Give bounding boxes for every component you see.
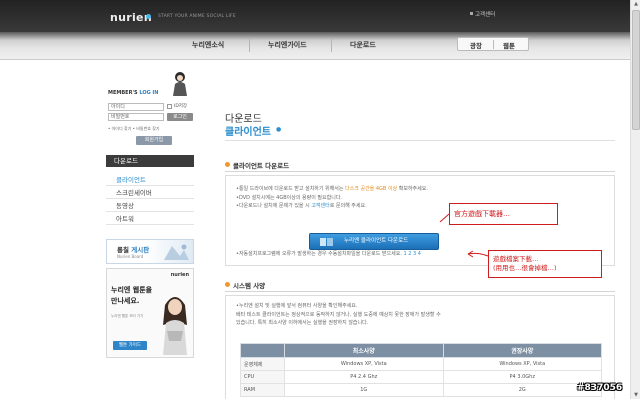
- character-icon: [173, 72, 187, 96]
- find-account-links[interactable]: • 아이디 찾기 • 비밀번호 찾기: [108, 126, 160, 132]
- annotation-note-files: 遊戲檔案下載… (用用也…很會掉檔…): [488, 250, 602, 278]
- plaza-webtoon-switch: 광장 웹툰: [457, 37, 529, 51]
- board-banner[interactable]: 롱칠 게시판 Nurien Board: [106, 239, 194, 264]
- download-note-3: •다운로드나 설치에 문제가 있을 시 고객센터로 문의해 주세요.: [236, 203, 367, 209]
- login-title: MEMBER'S LOG IN: [108, 90, 159, 96]
- table-cell: Windows XP, Vista: [442, 357, 602, 371]
- sidebar-item-client[interactable]: 클라이언트: [106, 174, 194, 186]
- nav-divider: [249, 38, 250, 52]
- section-divider: [225, 171, 615, 172]
- system-note-3: 있습니다. 특히 최소사양 이하에서는 실행을 권장하지 않습니다.: [236, 320, 369, 326]
- download-note-2: •DVD 설치시에는 4GB이상의 용량이 필요합니다.: [236, 195, 343, 201]
- board-title: 롱칠 게시판: [117, 246, 150, 254]
- nav-divider: [331, 38, 332, 52]
- nav-tab-news[interactable]: 누리엔소식: [192, 40, 224, 50]
- table-cell: CPU: [240, 370, 285, 384]
- star-icon: ●: [276, 126, 282, 133]
- annotation-note-downloader: 官方遊戲下載器…: [449, 203, 558, 225]
- title-divider: [225, 140, 615, 141]
- board-illustration-icon: [164, 244, 189, 260]
- board-subtitle: Nurien Board: [117, 254, 144, 259]
- system-section-heading: 시스템 사양: [233, 282, 266, 290]
- nav-tab-download[interactable]: 다운로드: [350, 40, 376, 50]
- webtoon-button[interactable]: 웹툰: [503, 40, 515, 50]
- system-spec-table: 최소사양 권장사양 운영체제 Windows XP, Vista Windows…: [240, 343, 602, 397]
- table-row: RAM 1G 2G: [240, 383, 602, 397]
- ad-brand: nurien: [170, 272, 189, 278]
- section-bullet-icon: [225, 162, 230, 167]
- table-cell: P4 2.4 Ghz: [284, 370, 444, 384]
- section-divider: [225, 291, 615, 292]
- client-download-button[interactable]: 누리엔 클라이언트 다운로드: [309, 233, 439, 250]
- scroll-up-icon[interactable]: ▲: [632, 0, 640, 8]
- bullet-icon: [470, 12, 473, 15]
- webtoon-ad[interactable]: nurien 누리엔 웹툰을 만나세요. 누리엔 웹툰 보러 가기 웹툰 가이드: [106, 268, 194, 358]
- plaza-button[interactable]: 광장: [470, 40, 482, 50]
- ad-headline-1: 누리엔 웹툰을: [111, 286, 153, 294]
- watermark: #837056: [577, 383, 623, 393]
- main-nav: 누리엔소식 누리엔가이드 다운로드: [0, 34, 630, 56]
- table-row: CPU P4 2.4 Ghz P4 3.0Ghz: [240, 370, 602, 384]
- annotation-line: (用用也…很會掉檔…): [493, 264, 557, 272]
- character-illustration-icon: [163, 297, 187, 355]
- sidebar-item-artwork[interactable]: 아트워: [106, 213, 194, 225]
- tagline: START YOUR ANIME SOCIAL LIFE: [158, 14, 236, 19]
- ad-headline-2: 만나세요.: [111, 297, 140, 305]
- download-section-heading: 클라이언트 다운로드: [233, 162, 290, 170]
- download-button-label: 누리엔 클라이언트 다운로드: [344, 238, 409, 244]
- vertical-scrollbar[interactable]: ▲ ▼: [630, 0, 640, 399]
- login-box: MEMBER'S LOG IN 아이디 ID저장 비밀번호 로그인 • 아이디 …: [108, 72, 194, 150]
- sidebar-heading: 다운로드: [106, 155, 194, 167]
- nav-tab-guide[interactable]: 누리엔가이드: [268, 40, 307, 50]
- scroll-thumb[interactable]: [632, 10, 640, 130]
- id-input[interactable]: 아이디: [108, 103, 164, 111]
- customer-center-link[interactable]: 고객센터: [475, 10, 495, 18]
- section-bullet-icon: [225, 282, 230, 287]
- scroll-down-icon[interactable]: ▼: [632, 391, 640, 399]
- save-id-label: ID저장: [174, 104, 188, 109]
- login-button[interactable]: 로그인: [167, 113, 193, 121]
- table-row: 운영체제 Windows XP, Vista Windows XP, Vista: [240, 357, 602, 371]
- logo-dot-icon: [146, 14, 151, 19]
- save-id-checkbox[interactable]: [167, 104, 172, 109]
- join-button[interactable]: 회원가입: [136, 136, 172, 145]
- page: nurien START YOUR ANIME SOCIAL LIFE 고객센터…: [0, 0, 640, 399]
- table-cell: Windows XP, Vista: [284, 357, 444, 371]
- table-header-recommended: 권장사양: [442, 343, 602, 358]
- system-note-2: 베타 테스트 클라이언트는 정상적으로 동작하지 않거나, 실행 도중에 예상치…: [236, 312, 441, 318]
- download-note-1: •통일 드라이브에 다운로드 받고 설치하기 위해서는 다스크 공간을 4GB …: [236, 186, 428, 192]
- table-cell: 1G: [284, 383, 444, 397]
- page-subtitle: 클라이언트: [225, 127, 271, 138]
- sidebar-item-video[interactable]: 동영상: [106, 200, 194, 212]
- sidebar-item-screensaver[interactable]: 스크린세이버: [106, 187, 194, 199]
- table-cell: RAM: [240, 383, 285, 397]
- ad-guide-button[interactable]: 웹툰 가이드: [113, 341, 147, 350]
- divider: [493, 40, 494, 49]
- split-file-links[interactable]: 1 2 3 4: [403, 251, 421, 257]
- manual-install-note: •자동설치프로그램에 오류가 발생하는 경우 수동설치파일을 다운로드 받으세요…: [236, 251, 421, 257]
- table-cell: P4 3.0Ghz: [442, 370, 602, 384]
- table-header: [240, 343, 285, 358]
- table-cell: 운영체제: [240, 357, 285, 371]
- annotation-line: 遊戲檔案下載…: [493, 255, 539, 263]
- system-note-1: •누리엔 설치 및 실행에 앞서 컴퓨터 사양을 확인해주세요.: [236, 303, 358, 309]
- table-header-min: 최소사양: [284, 343, 444, 358]
- password-input[interactable]: 비밀번호: [108, 113, 164, 121]
- ad-description: 누리엔 웹툰 보러 가기: [111, 314, 144, 318]
- download-icon: [320, 238, 333, 246]
